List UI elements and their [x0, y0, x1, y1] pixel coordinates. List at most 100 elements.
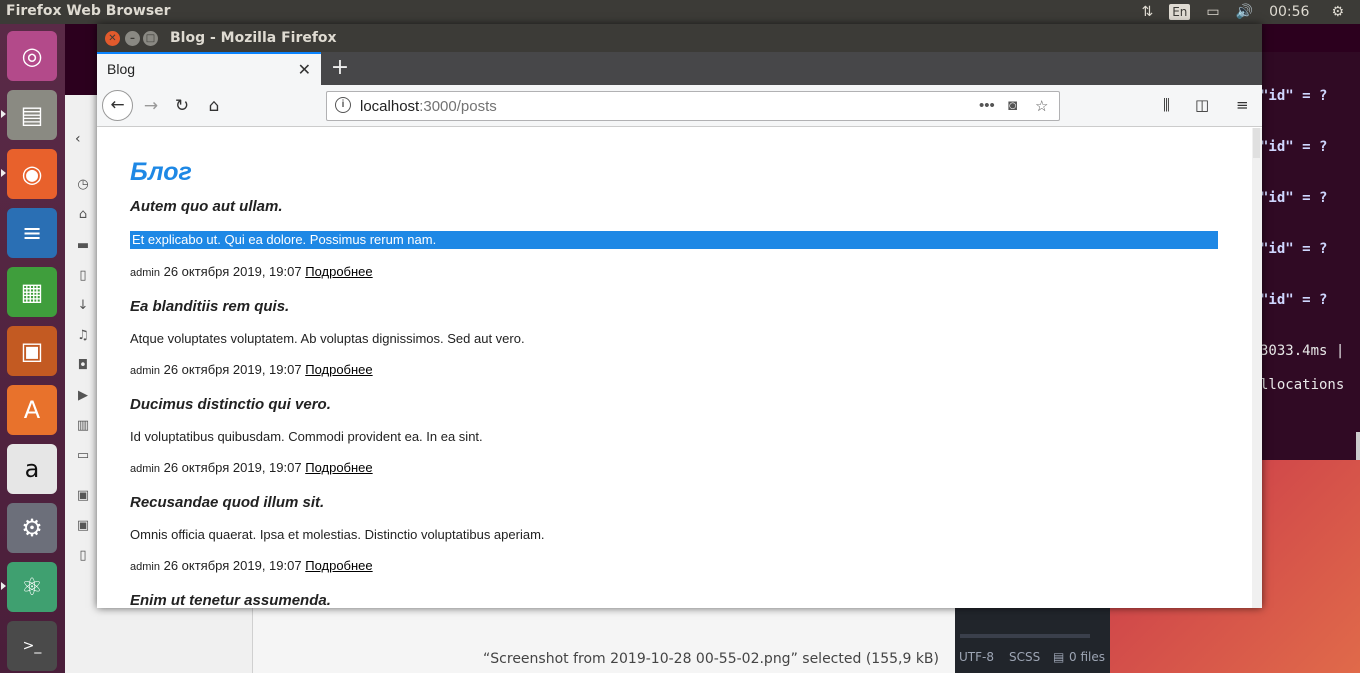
read-more-link[interactable]: Подробнее [305, 558, 372, 573]
new-tab-icon[interactable]: + [328, 55, 352, 81]
post-body: Et explicabo ut. Qui ea dolore. Possimus… [130, 231, 1218, 249]
tab-close-icon[interactable]: ✕ [298, 60, 311, 79]
nav-toolbar: ← → ↻ ⌂ i localhost:3000/posts ••• ◙ ☆ ⫼… [97, 85, 1262, 127]
url-bar[interactable]: i localhost:3000/posts ••• ◙ ☆ [326, 91, 1060, 121]
clock[interactable]: 00:56 [1269, 4, 1309, 20]
grammar-label[interactable]: SCSS [1009, 650, 1040, 664]
back-icon[interactable]: ← [102, 90, 133, 121]
firefox-window[interactable]: ✕ – □ Blog - Mozilla Firefox Blog ✕ + ← … [97, 24, 1262, 608]
window-title: Blog - Mozilla Firefox [170, 30, 337, 46]
network-icon[interactable]: ⇅ [1141, 4, 1153, 20]
writer-icon[interactable]: ≡ [7, 208, 57, 258]
running-indicator [1, 110, 6, 118]
post-title: Autem quo aut ullam. [130, 198, 283, 215]
terminal-line: 3033.4ms | [1260, 343, 1345, 359]
settings-icon[interactable]: ⚙ [7, 503, 57, 553]
post-meta: admin 26 октября 2019, 19:07 Подробнее [130, 362, 373, 377]
running-indicator [1, 169, 6, 177]
terminal-line: "id" = ? [1260, 139, 1328, 155]
files-count[interactable]: 0 files [1069, 650, 1105, 664]
menu-icon[interactable]: ≡ [1236, 96, 1249, 114]
read-more-link[interactable]: Подробнее [305, 362, 372, 377]
amazon-icon[interactable]: a [7, 444, 57, 494]
back-icon[interactable]: ‹ [75, 131, 81, 147]
editor-scrollbar[interactable] [960, 634, 1090, 638]
home-icon[interactable]: ⌂ [200, 92, 228, 120]
page-actions-icon[interactable]: ••• [979, 97, 995, 114]
forward-icon[interactable]: → [137, 92, 165, 120]
terminal-icon[interactable]: >_ [7, 621, 57, 671]
terminal-line: "id" = ? [1260, 241, 1328, 257]
maximize-window-icon[interactable]: □ [143, 31, 158, 46]
terminal-line: "id" = ? [1260, 88, 1328, 104]
active-app-title: Firefox Web Browser [6, 3, 171, 19]
power-icon[interactable]: ⚙ [1331, 4, 1344, 20]
post-date: 26 октября 2019, 19:07 [163, 460, 302, 475]
editor-status-bar: UTF-8 SCSS ▤ 0 files [955, 608, 1110, 673]
web-page: Блог Autem quo aut ullam. Et explicabo u… [97, 128, 1252, 608]
post-date: 26 октября 2019, 19:07 [163, 558, 302, 573]
post-author: admin [130, 561, 160, 573]
keyboard-layout-indicator[interactable]: En [1169, 4, 1191, 20]
post-author: admin [130, 365, 160, 377]
computer-icon[interactable]: ▯ [75, 548, 91, 564]
terminal-line: "id" = ? [1260, 292, 1328, 308]
calc-icon[interactable]: ▦ [7, 267, 57, 317]
system-tray: ⇅ En ▭ 🔊 00:56 ⚙ [1141, 0, 1360, 24]
folder-icon[interactable]: ▬ [75, 238, 91, 254]
scrollbar-thumb[interactable] [1253, 128, 1260, 158]
post-meta: admin 26 октября 2019, 19:07 Подробнее [130, 264, 373, 279]
atom-icon[interactable]: ⚛ [7, 562, 57, 612]
url-text[interactable]: localhost:3000/posts [360, 98, 497, 115]
firefox-icon[interactable]: ◉ [7, 149, 57, 199]
post-title: Recusandae quod illum sit. [130, 494, 325, 511]
downloads-icon[interactable]: ↓ [75, 298, 91, 314]
ubuntu-dash-icon[interactable]: ◎ [7, 31, 57, 81]
battery-icon[interactable]: ▭ [1206, 4, 1219, 20]
minimize-window-icon[interactable]: – [125, 31, 140, 46]
files-app-icon[interactable]: ▤ [7, 90, 57, 140]
library-icon[interactable]: ⫼ [1163, 96, 1170, 114]
read-more-link[interactable]: Подробнее [305, 460, 372, 475]
post-date: 26 октября 2019, 19:07 [163, 362, 302, 377]
bookmark-star-icon[interactable]: ☆ [1035, 97, 1048, 115]
drive-icon[interactable]: ▣ [75, 518, 91, 534]
post-body: Omnis officia quaerat. Ipsa et molestias… [130, 527, 545, 542]
terminal-line: llocations [1260, 377, 1345, 393]
post-title: Ducimus distinctio qui vero. [130, 396, 331, 413]
network-icon[interactable]: ▭ [75, 448, 91, 464]
reload-icon[interactable]: ↻ [168, 92, 196, 120]
volume-icon[interactable]: 🔊 [1236, 4, 1253, 20]
page-scrollbar[interactable] [1252, 128, 1262, 608]
launcher: ◎ ▤ ◉ ≡ ▦ ▣ A a ⚙ ⚛ >_ [0, 24, 65, 673]
home-icon[interactable]: ⌂ [75, 207, 91, 223]
drive-icon[interactable]: ▣ [75, 488, 91, 504]
close-window-icon[interactable]: ✕ [105, 31, 120, 46]
running-indicator [1, 582, 6, 590]
trash-icon[interactable]: ▥ [75, 418, 91, 434]
music-icon[interactable]: ♫ [75, 328, 91, 344]
documents-icon[interactable]: ▯ [75, 268, 91, 284]
post-title: Ea blanditiis rem quis. [130, 298, 290, 315]
terminal-scrollbar[interactable] [1356, 432, 1360, 460]
site-info-icon[interactable]: i [335, 97, 351, 113]
post-author: admin [130, 463, 160, 475]
recent-icon[interactable]: ◷ [75, 177, 91, 193]
impress-icon[interactable]: ▣ [7, 326, 57, 376]
videos-icon[interactable]: ▶ [75, 388, 91, 404]
pictures-icon[interactable]: ◘ [75, 358, 91, 374]
window-titlebar[interactable]: ✕ – □ Blog - Mozilla Firefox [97, 24, 1262, 52]
tab-blog[interactable]: Blog ✕ [97, 52, 321, 85]
terminal-line: "id" = ? [1260, 190, 1328, 206]
status-bar: “Screenshot from 2019-10-28 00-55-02.png… [255, 645, 955, 673]
pocket-icon[interactable]: ◙ [1008, 97, 1017, 114]
tab-label: Blog [107, 61, 136, 77]
read-more-link[interactable]: Подробнее [305, 264, 372, 279]
software-center-icon[interactable]: A [7, 385, 57, 435]
post-body: Atque voluptates voluptatem. Ab voluptas… [130, 331, 525, 346]
post-body: Id voluptatibus quibusdam. Commodi provi… [130, 429, 483, 444]
blog-title[interactable]: Блог [130, 158, 192, 187]
encoding-label[interactable]: UTF-8 [959, 650, 994, 664]
sidebar-icon[interactable]: ◫ [1195, 96, 1209, 114]
post-meta: admin 26 октября 2019, 19:07 Подробнее [130, 460, 373, 475]
